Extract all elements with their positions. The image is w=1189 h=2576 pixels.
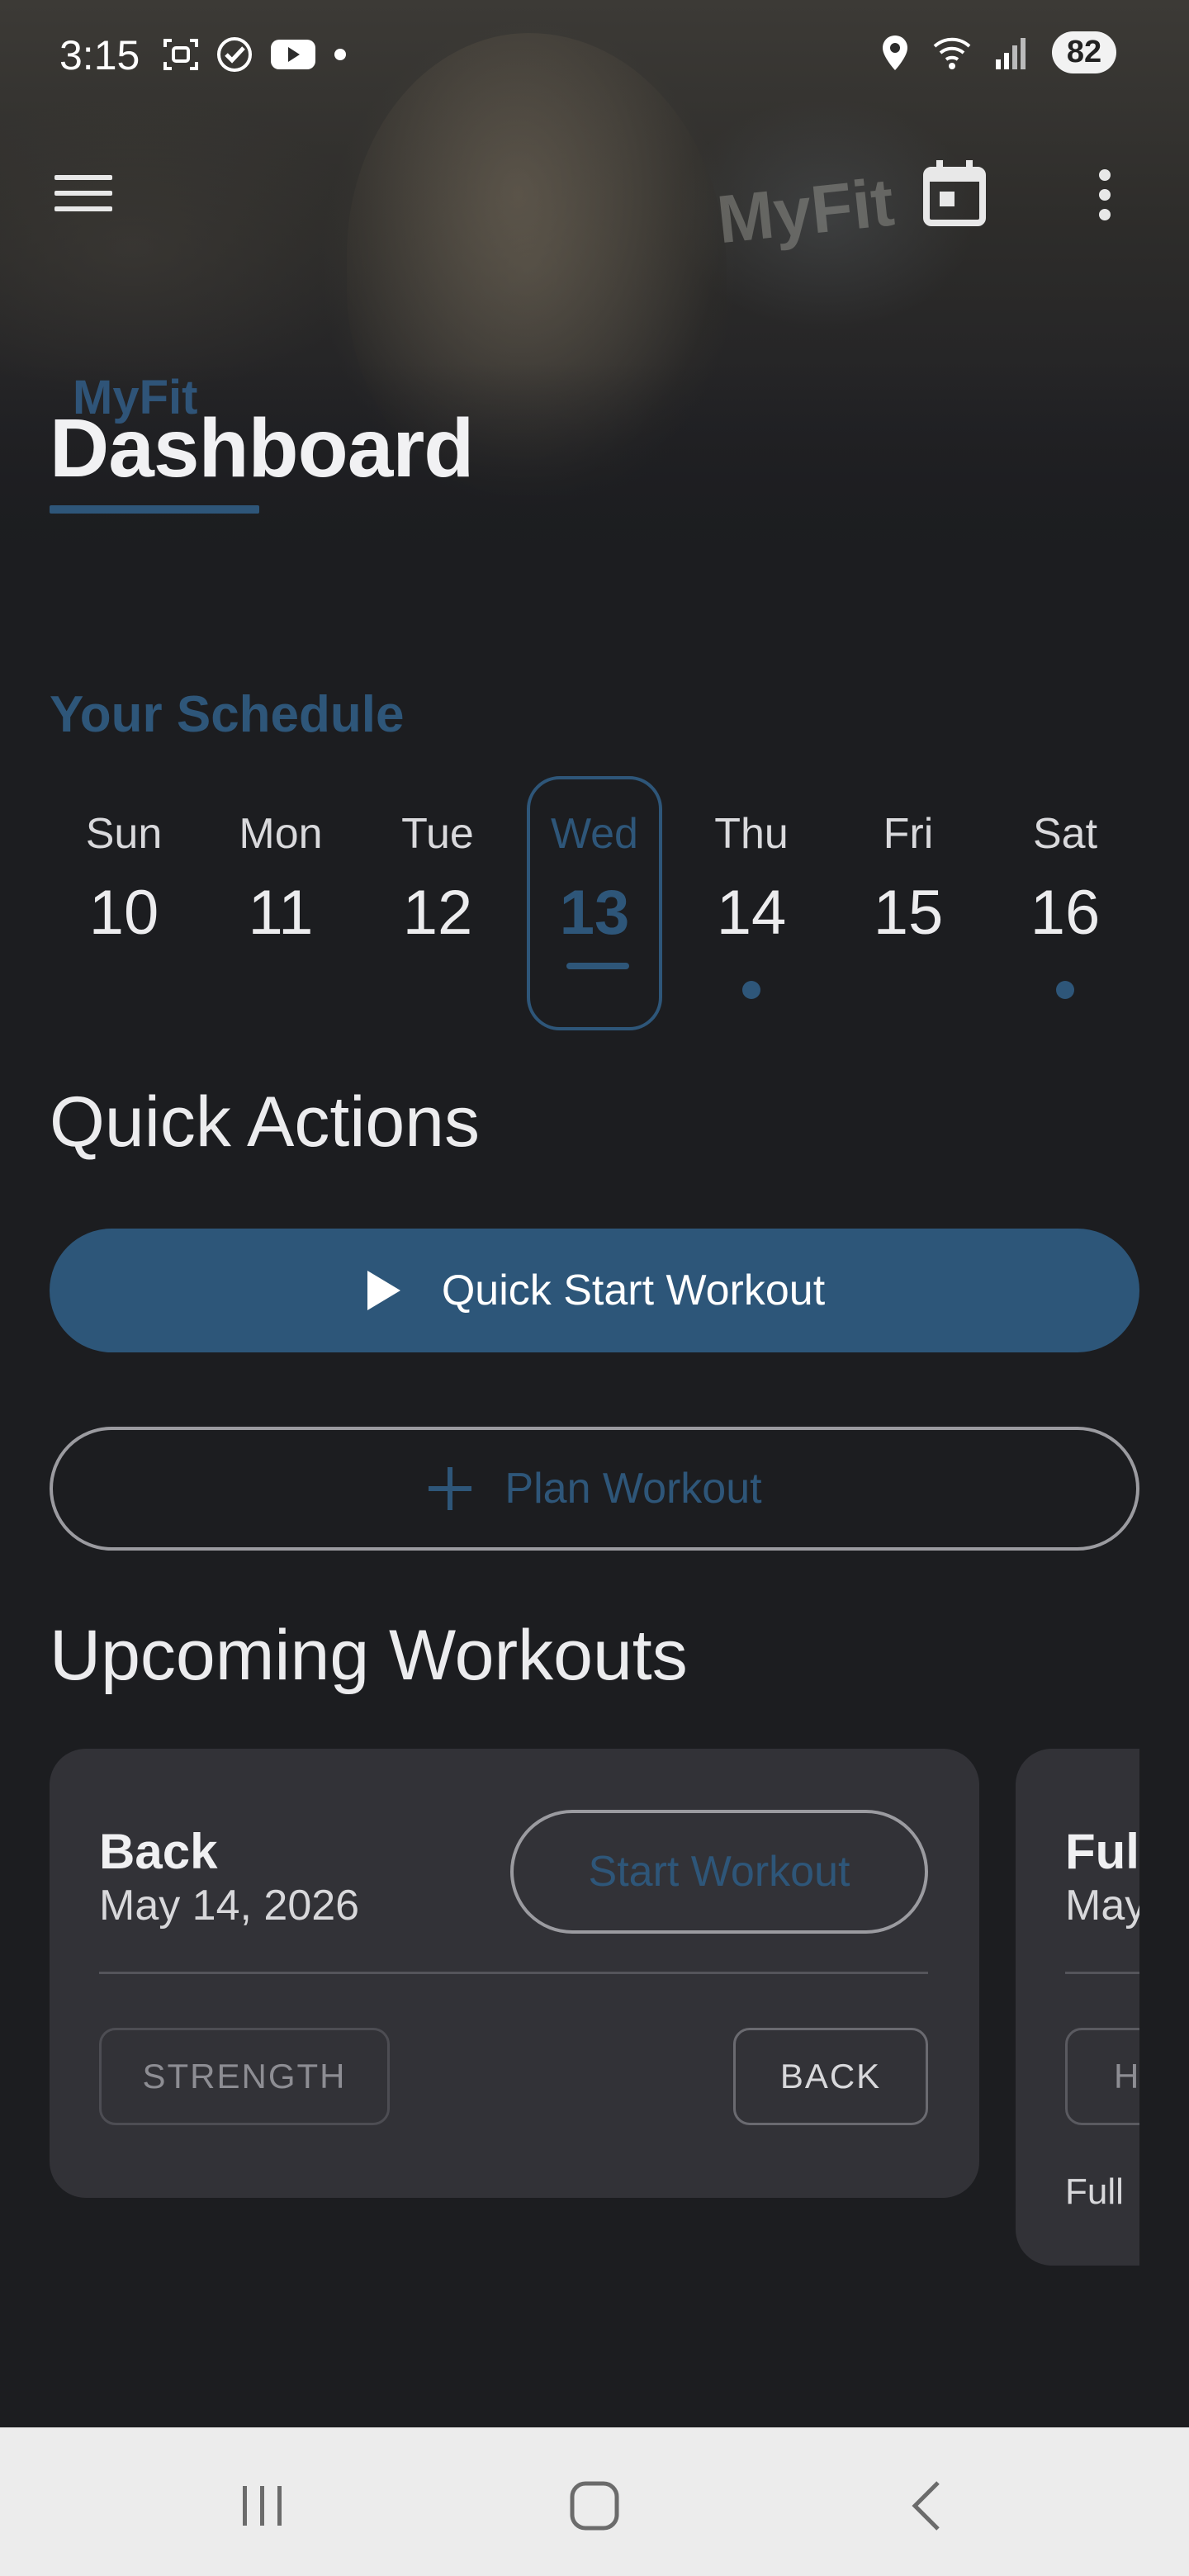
back-button[interactable] [877,2469,976,2543]
day-number: 12 [402,878,473,948]
card-divider [1065,1972,1139,1974]
calendar-icon [923,160,986,226]
quick-start-workout-button[interactable]: Quick Start Workout [50,1229,1139,1352]
selected-day-indicator [566,963,629,969]
workout-dot [742,981,760,999]
workout-date: May [1065,1882,1139,1930]
schedule-heading: Your Schedule [50,686,405,743]
youtube-icon [271,40,315,69]
workout-card[interactable]: Back May 14, 2026 Start Workout STRENGTH… [50,1749,979,2198]
category-chip: H [1065,2028,1139,2125]
back-chevron-icon [912,2481,940,2531]
day-fri[interactable]: Fri 15 [841,776,976,1030]
status-icons-left [162,35,348,74]
start-workout-button[interactable]: Start Workout [510,1810,928,1934]
day-number: 14 [716,878,787,948]
day-sun[interactable]: Sun 10 [56,776,192,1030]
quick-actions-heading: Quick Actions [50,1082,480,1162]
calendar-button[interactable] [921,159,988,228]
hamburger-menu-icon [54,175,112,211]
dashboard-screen: MyFit 3:15 82 MyFit Dashboard Your Sched… [0,0,1189,2576]
home-icon [570,2481,619,2531]
system-navigation-bar [0,2427,1189,2576]
menu-button[interactable] [53,168,114,218]
quick-start-label: Quick Start Workout [441,1267,826,1314]
workout-title: Full [1065,1824,1139,1879]
day-name: Tue [401,810,474,858]
workout-dot [1056,981,1074,999]
home-button[interactable] [545,2469,644,2543]
day-number: 10 [88,878,159,948]
page-title: Dashboard [50,402,474,495]
day-name: Sat [1032,810,1098,858]
title-underline [50,505,259,514]
signal-icon [996,37,1026,69]
status-time: 3:15 [59,32,140,78]
day-number: 16 [1030,878,1101,948]
day-thu[interactable]: Thu 14 [684,776,819,1030]
play-icon [367,1271,400,1310]
card-divider [99,1972,928,1974]
day-name: Fri [883,810,934,858]
screenshot-icon [163,39,198,70]
upcoming-workouts-carousel[interactable]: Back May 14, 2026 Start Workout STRENGTH… [50,1749,1139,2277]
day-sat[interactable]: Sat 16 [997,776,1133,1030]
battery-indicator: 82 [1052,31,1116,73]
more-vertical-icon [1099,169,1111,220]
day-name: Thu [714,810,789,858]
plan-workout-button[interactable]: Plan Workout [50,1427,1139,1551]
day-name: Wed [551,810,638,858]
workout-description: Full [1065,2171,1124,2212]
dot-icon [334,49,346,60]
workout-card[interactable]: Full May H Full [1016,1749,1139,2266]
check-circle-icon [217,37,252,72]
day-tue[interactable]: Tue 12 [370,776,505,1030]
plus-icon [429,1467,472,1510]
top-app-bar [0,140,1189,243]
day-number: 13 [559,878,630,948]
plan-workout-label: Plan Workout [504,1465,762,1513]
location-icon [883,35,907,70]
day-name: Mon [239,810,323,858]
upcoming-workouts-heading: Upcoming Workouts [50,1616,688,1695]
day-name: Sun [85,810,163,858]
workout-title: Back [99,1824,218,1879]
status-bar: 3:15 82 [0,0,1189,109]
day-wed-selected[interactable]: Wed 13 [527,776,662,1030]
more-options-button[interactable] [1088,160,1121,230]
status-icons-right: 82 [880,31,1116,73]
recent-apps-icon [243,2486,282,2526]
day-number: 15 [873,878,944,948]
category-chip: STRENGTH [99,2028,390,2125]
recent-apps-button[interactable] [213,2469,312,2543]
week-strip: Sun 10 Mon 11 Tue 12 Wed 13 Thu 14 Fri 1… [50,776,1139,1037]
workout-date: May 14, 2026 [99,1882,360,1930]
muscle-group-chip[interactable]: BACK [733,2028,928,2125]
day-number: 11 [248,878,314,948]
day-mon[interactable]: Mon 11 [213,776,348,1030]
wifi-icon [933,37,971,69]
